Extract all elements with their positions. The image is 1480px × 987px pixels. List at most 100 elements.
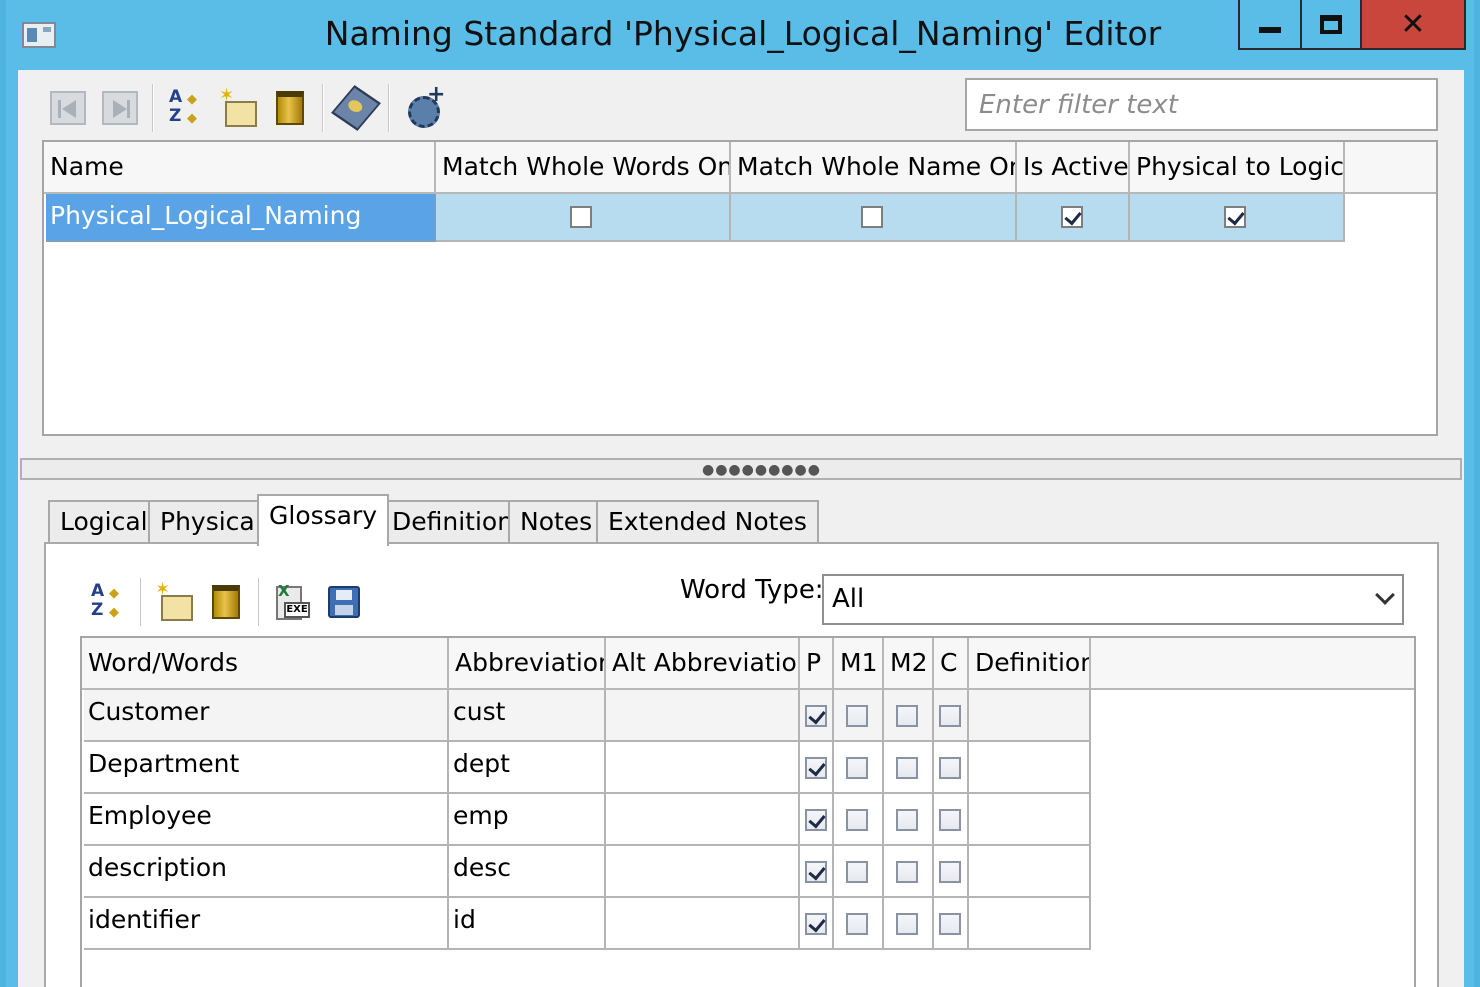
m2-checkbox[interactable] [896, 913, 918, 935]
filter-input[interactable] [965, 78, 1438, 131]
word-type-select[interactable]: All [822, 574, 1404, 625]
match-whole-name-cell[interactable] [731, 194, 1017, 242]
column-header-name[interactable]: Name [44, 142, 436, 194]
c-cell[interactable] [934, 742, 969, 794]
save-button[interactable] [324, 582, 364, 622]
c-cell[interactable] [934, 690, 969, 742]
alt-abbreviation-cell[interactable] [606, 846, 800, 898]
definition-cell[interactable] [969, 794, 1091, 846]
physical-to-logical-checkbox[interactable] [1224, 206, 1246, 228]
definition-cell[interactable] [969, 742, 1091, 794]
c-checkbox[interactable] [939, 757, 961, 779]
word-cell[interactable]: identifier [84, 898, 449, 950]
tab-definition[interactable]: Definition [380, 500, 526, 544]
export-excel-button[interactable]: EXE [272, 582, 312, 622]
column-header-c[interactable]: C [934, 638, 969, 690]
settings-button[interactable] [402, 82, 445, 128]
c-cell[interactable] [934, 846, 969, 898]
pane-splitter[interactable]: ●●●●●●●●● [20, 458, 1462, 480]
column-header-word[interactable]: Word/Words [82, 638, 449, 690]
column-header-match-whole-words[interactable]: Match Whole Words Only [436, 142, 731, 194]
glossary-new-button[interactable] [154, 579, 194, 622]
m2-cell[interactable] [884, 690, 934, 742]
alt-abbreviation-cell[interactable] [606, 690, 800, 742]
m2-checkbox[interactable] [896, 705, 918, 727]
m2-cell[interactable] [884, 742, 934, 794]
abbreviation-cell[interactable]: cust [449, 690, 606, 742]
word-cell[interactable]: Department [84, 742, 449, 794]
p-cell[interactable] [800, 690, 834, 742]
column-header-m2[interactable]: M2 [884, 638, 934, 690]
tab-glossary[interactable]: Glossary [257, 494, 390, 546]
column-header-match-whole-name[interactable]: Match Whole Name Only [731, 142, 1017, 194]
m1-checkbox[interactable] [846, 705, 868, 727]
close-button[interactable]: ✕ [1362, 0, 1466, 50]
physical-to-logical-cell[interactable] [1130, 194, 1345, 242]
abbreviation-cell[interactable]: dept [449, 742, 606, 794]
previous-button[interactable] [48, 88, 88, 128]
m2-checkbox[interactable] [896, 757, 918, 779]
word-cell[interactable]: Customer [84, 690, 449, 742]
tab-notes[interactable]: Notes [508, 500, 605, 544]
definition-cell[interactable] [969, 690, 1091, 742]
tab-physical[interactable]: Physical [148, 500, 274, 544]
tab-extended-notes[interactable]: Extended Notes [596, 500, 819, 544]
m1-checkbox[interactable] [846, 809, 868, 831]
sort-button[interactable]: A Z ◆ ◆ [166, 88, 206, 128]
column-header-m1[interactable]: M1 [834, 638, 884, 690]
m1-checkbox[interactable] [846, 913, 868, 935]
abbreviation-cell[interactable]: id [449, 898, 606, 950]
new-button[interactable] [218, 85, 258, 128]
m1-cell[interactable] [834, 794, 884, 846]
c-checkbox[interactable] [939, 705, 961, 727]
m1-cell[interactable] [834, 898, 884, 950]
column-header-physical-to-logical[interactable]: Physical to Logical [1130, 142, 1345, 194]
match-whole-words-checkbox[interactable] [570, 206, 592, 228]
column-header-definition[interactable]: Definition [969, 638, 1091, 690]
match-whole-name-checkbox[interactable] [861, 206, 883, 228]
p-cell[interactable] [800, 742, 834, 794]
c-checkbox[interactable] [939, 809, 961, 831]
title-bar[interactable]: Naming Standard 'Physical_Logical_Naming… [6, 0, 1474, 70]
p-cell[interactable] [800, 846, 834, 898]
glossary-sort-button[interactable]: A Z ◆ ◆ [88, 582, 128, 622]
m1-cell[interactable] [834, 690, 884, 742]
p-cell[interactable] [800, 794, 834, 846]
column-header-abbreviation[interactable]: Abbreviation [449, 638, 606, 690]
m2-checkbox[interactable] [896, 861, 918, 883]
glossary-delete-button[interactable] [206, 582, 246, 622]
p-cell[interactable] [800, 898, 834, 950]
maximize-button[interactable] [1302, 0, 1362, 50]
definition-cell[interactable] [969, 898, 1091, 950]
m1-checkbox[interactable] [846, 757, 868, 779]
c-cell[interactable] [934, 898, 969, 950]
p-checkbox[interactable] [805, 809, 827, 831]
column-header-is-active[interactable]: Is Active [1017, 142, 1130, 194]
abbreviation-cell[interactable]: emp [449, 794, 606, 846]
m1-cell[interactable] [834, 846, 884, 898]
m2-cell[interactable] [884, 898, 934, 950]
c-checkbox[interactable] [939, 913, 961, 935]
is-active-cell[interactable] [1017, 194, 1130, 242]
tab-logical[interactable]: Logical [48, 500, 160, 544]
is-active-checkbox[interactable] [1061, 206, 1083, 228]
alt-abbreviation-cell[interactable] [606, 794, 800, 846]
m1-checkbox[interactable] [846, 861, 868, 883]
m2-checkbox[interactable] [896, 809, 918, 831]
alt-abbreviation-cell[interactable] [606, 898, 800, 950]
word-cell[interactable]: Employee [84, 794, 449, 846]
p-checkbox[interactable] [805, 861, 827, 883]
minimize-button[interactable] [1238, 0, 1302, 50]
definition-cell[interactable] [969, 846, 1091, 898]
word-cell[interactable]: description [84, 846, 449, 898]
p-checkbox[interactable] [805, 757, 827, 779]
p-checkbox[interactable] [805, 705, 827, 727]
standard-name-cell[interactable]: Physical_Logical_Naming [46, 194, 436, 242]
alt-abbreviation-cell[interactable] [606, 742, 800, 794]
c-checkbox[interactable] [939, 861, 961, 883]
column-header-p[interactable]: P [800, 638, 834, 690]
m2-cell[interactable] [884, 794, 934, 846]
next-button[interactable] [100, 88, 140, 128]
abbreviation-cell[interactable]: desc [449, 846, 606, 898]
apply-button[interactable] [331, 85, 381, 131]
